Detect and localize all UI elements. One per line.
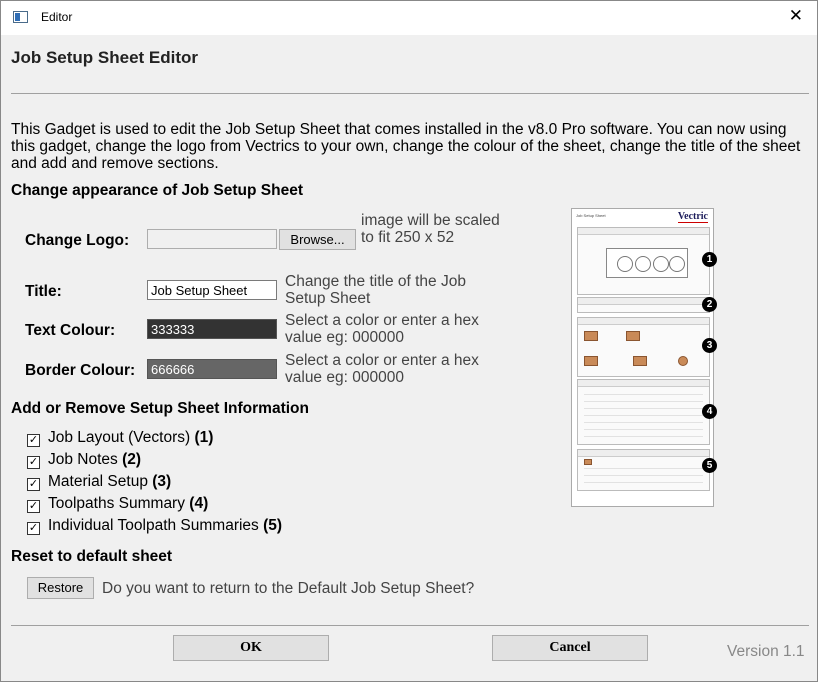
checkbox-individual-toolpath-summaries[interactable]: ✓ Individual Toolpath Summaries (5) xyxy=(27,517,282,535)
checkbox-job-layout[interactable]: ✓ Job Layout (Vectors) (1) xyxy=(27,429,213,447)
preview-material-setup: 3 xyxy=(577,317,717,377)
window-title: Editor xyxy=(41,10,73,24)
preview-individual-toolpath: 5 xyxy=(577,449,717,491)
close-icon[interactable]: ✕ xyxy=(789,6,803,26)
sheet-title-input[interactable] xyxy=(147,280,277,300)
preview-title: Job Setup Sheet xyxy=(576,213,606,218)
preview-job-notes: 2 xyxy=(577,297,717,313)
change-logo-label: Change Logo: xyxy=(25,232,130,249)
text-colour-hint: Select a color or enter a hex value eg: … xyxy=(285,312,479,346)
border-colour-hint: Select a color or enter a hex value eg: … xyxy=(285,352,479,386)
preview-logo: Vectric xyxy=(677,211,708,223)
checkbox-icon[interactable]: ✓ xyxy=(27,500,40,513)
checkbox-toolpaths-summary[interactable]: ✓ Toolpaths Summary (4) xyxy=(27,495,208,513)
reset-section-title: Reset to default sheet xyxy=(11,548,173,565)
restore-button[interactable]: Restore xyxy=(27,577,94,599)
editor-window: Editor ✕ Job Setup Sheet Editor This Gad… xyxy=(0,0,818,682)
border-colour-input[interactable] xyxy=(147,359,277,379)
sections-section-title: Add or Remove Setup Sheet Information xyxy=(11,400,309,417)
page-title: Job Setup Sheet Editor xyxy=(11,48,199,67)
logo-path-input[interactable] xyxy=(147,229,277,249)
preview-marker-1: 1 xyxy=(702,252,717,267)
footer-divider xyxy=(11,625,809,626)
text-colour-label: Text Colour: xyxy=(25,322,116,339)
border-colour-label: Border Colour: xyxy=(25,362,136,379)
browse-button[interactable]: Browse... xyxy=(279,229,356,250)
logo-hint: image will be scaled to fit 250 x 52 xyxy=(361,212,500,246)
checkbox-icon[interactable]: ✓ xyxy=(27,478,40,491)
text-colour-input[interactable] xyxy=(147,319,277,339)
preview-marker-3: 3 xyxy=(702,338,717,353)
preview-marker-5: 5 xyxy=(702,458,717,473)
title-label: Title: xyxy=(25,283,62,300)
checkbox-material-setup[interactable]: ✓ Material Setup (3) xyxy=(27,473,171,491)
appearance-section-title: Change appearance of Job Setup Sheet xyxy=(11,182,303,199)
cancel-button[interactable]: Cancel xyxy=(492,635,648,661)
checkbox-icon[interactable]: ✓ xyxy=(27,456,40,469)
title-bar: Editor ✕ xyxy=(1,1,817,35)
title-hint: Change the title of the Job Setup Sheet xyxy=(285,273,466,307)
version-label: Version 1.1 xyxy=(727,643,805,660)
setup-sheet-preview: Job Setup Sheet Vectric 1 2 3 4 5 xyxy=(571,208,717,507)
preview-marker-4: 4 xyxy=(702,404,717,419)
restore-question: Do you want to return to the Default Job… xyxy=(102,580,475,597)
ok-button[interactable]: OK xyxy=(173,635,329,661)
intro-text: This Gadget is used to edit the Job Setu… xyxy=(11,121,801,172)
preview-job-layout: 1 xyxy=(577,227,717,295)
header-divider xyxy=(11,93,809,94)
preview-marker-2: 2 xyxy=(702,297,717,312)
checkbox-icon[interactable]: ✓ xyxy=(27,434,40,447)
checkbox-job-notes[interactable]: ✓ Job Notes (2) xyxy=(27,451,141,469)
window-app-icon xyxy=(13,11,28,23)
checkbox-icon[interactable]: ✓ xyxy=(27,522,40,535)
preview-vector-pattern xyxy=(606,248,688,278)
preview-toolpaths-summary: 4 xyxy=(577,379,717,445)
